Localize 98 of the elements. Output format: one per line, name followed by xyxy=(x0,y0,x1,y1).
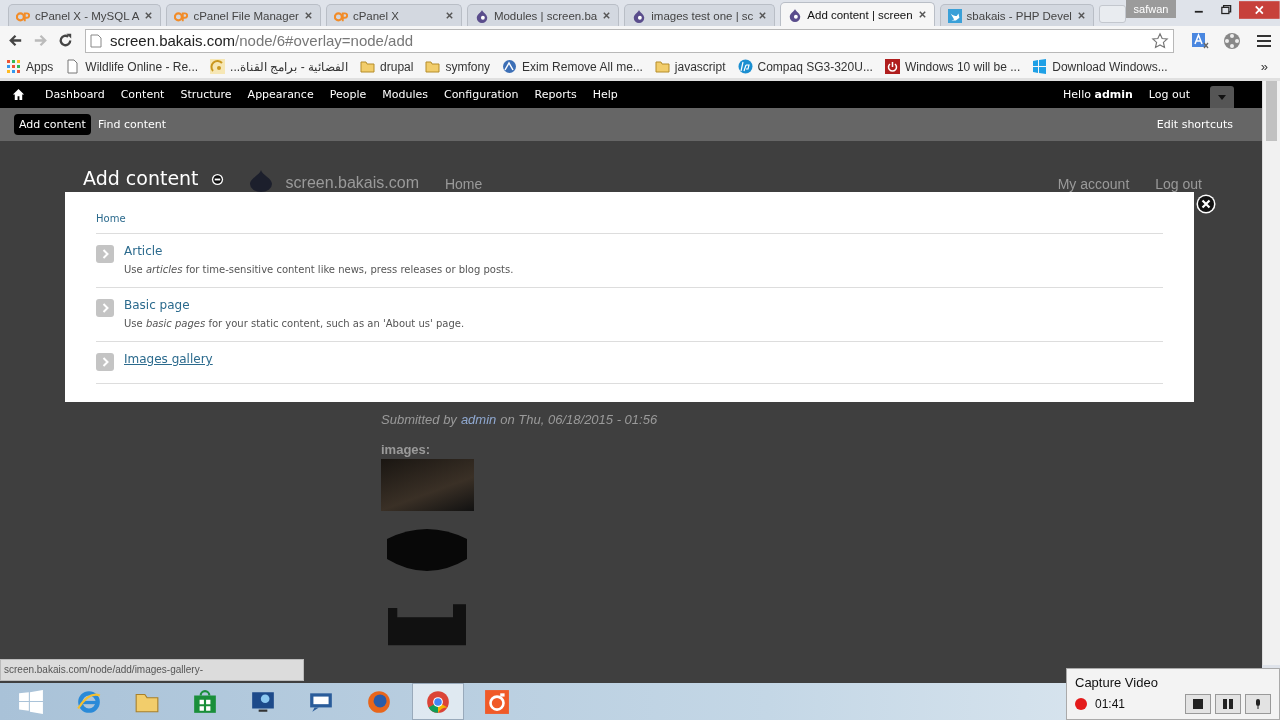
tab-title: cPanel File Manager xyxy=(193,9,299,22)
overlay-title: Add content xyxy=(83,167,199,189)
toolbar-menu-item[interactable]: Appearance xyxy=(239,88,322,101)
taskbar-app-button[interactable] xyxy=(412,683,464,720)
browser-tab[interactable]: images test one | sc xyxy=(624,4,776,26)
status-url: screen.bakais.com/node/add/images-gallery- xyxy=(0,659,304,681)
tab-title: Modules | screen.ba xyxy=(493,9,598,22)
shortcuts-toggle-button[interactable] xyxy=(1210,86,1234,108)
pause-icon xyxy=(1223,699,1233,709)
field-label: images: xyxy=(381,442,431,457)
user-link[interactable]: My account xyxy=(1057,176,1130,192)
bookmark[interactable]: Windows 10 will be ... xyxy=(884,59,1021,74)
greeting-text: Hello admin xyxy=(1062,88,1134,101)
toolbar-menu-item[interactable]: Structure xyxy=(172,88,240,101)
toolbar-menu-item[interactable]: Reports xyxy=(526,88,585,101)
panel-title: Capture Video xyxy=(1075,675,1159,690)
drop-icon xyxy=(788,7,803,22)
site-logo-icon xyxy=(247,170,274,192)
content-type-link[interactable]: Article xyxy=(124,244,163,258)
toolbar-menu-item[interactable]: Configuration xyxy=(435,88,527,101)
bookmark[interactable]: Apps xyxy=(6,59,54,74)
bookmark[interactable]: Wildlife Online - Re... xyxy=(65,59,199,74)
satellite-dish-icon xyxy=(210,59,226,74)
browser-tab[interactable]: sbakais - PHP Devel xyxy=(939,4,1094,26)
user-link[interactable]: Log out xyxy=(1155,176,1202,192)
microphone-button[interactable] xyxy=(1245,694,1271,714)
bookmark[interactable]: symfony xyxy=(425,59,491,74)
content-type-link[interactable]: Images gallery xyxy=(124,352,213,366)
toolbar-menu-item[interactable]: Modules xyxy=(374,88,436,101)
site-nav-link[interactable]: Home xyxy=(444,176,483,192)
bookmark[interactable]: الفضائية - برامج القناة... xyxy=(210,59,349,74)
star-icon[interactable] xyxy=(1151,31,1169,50)
translate-icon[interactable] xyxy=(1190,30,1210,51)
browser-tab[interactable]: Modules | screen.ba xyxy=(466,4,620,26)
bookmark[interactable]: Exim Remove All me... xyxy=(502,59,643,74)
bookmark[interactable]: javascript xyxy=(654,59,726,74)
windows-logo-icon xyxy=(1032,59,1048,74)
browser-tab[interactable]: cPanel File Manager xyxy=(166,4,321,26)
bird-icon xyxy=(947,8,962,23)
close-icon[interactable] xyxy=(1196,194,1216,214)
tab-title: Add content | screen xyxy=(807,8,913,21)
recording-time: 01:41 xyxy=(1095,697,1126,711)
stop-icon xyxy=(1193,699,1203,709)
logout-link[interactable]: Log out xyxy=(1140,88,1198,101)
browser-tab[interactable]: Add content | screen xyxy=(780,2,935,26)
camera-icon xyxy=(484,688,510,715)
chevron-icon xyxy=(96,299,114,317)
toolbar-menu-item[interactable]: Content xyxy=(112,88,173,101)
letter-e-icon xyxy=(76,688,102,715)
shopping-bag-icon xyxy=(192,688,218,715)
post-date: on Thu, 06/18/2015 - 01:56 xyxy=(500,412,658,427)
folder-icon xyxy=(654,59,670,74)
bookmark[interactable]: Download Windows... xyxy=(1032,59,1168,74)
microphone-icon xyxy=(1253,699,1263,709)
stop-button[interactable] xyxy=(1185,694,1211,714)
bookmark[interactable]: Compaq SG3-320U... xyxy=(737,59,873,74)
tab-title: sbakais - PHP Devel xyxy=(966,9,1072,22)
apps-grid-icon xyxy=(6,59,21,74)
browser-tab[interactable]: cPanel X xyxy=(325,4,462,26)
bookmark[interactable]: drupal xyxy=(360,59,414,74)
address-field[interactable]: screen.bakais.com/node/6#overlay=node/add xyxy=(85,28,1174,53)
page-icon xyxy=(65,59,81,74)
shortcut-link[interactable]: Add content xyxy=(14,114,91,135)
folder-icon xyxy=(360,59,376,74)
close-icon[interactable] xyxy=(917,10,927,19)
windows-logo-icon xyxy=(18,688,44,715)
breadcrumb-link[interactable]: Home xyxy=(96,213,1163,234)
tab-title: images test one | sc xyxy=(651,9,754,22)
submitted-label: Submitted by xyxy=(381,412,457,427)
content-type-link[interactable]: Basic page xyxy=(124,298,190,312)
tab-title: cPanel X - MySQL A xyxy=(35,9,140,22)
site-name: screen.bakais.com xyxy=(285,174,419,192)
shortcut-link[interactable]: Find content xyxy=(92,114,172,135)
chevron-icon xyxy=(96,353,114,371)
drop-icon xyxy=(632,8,647,23)
film-reel-icon[interactable] xyxy=(1222,30,1242,51)
content-type-description: Use articles for time-sensitive content like news, press releases or blog posts. xyxy=(124,264,514,275)
collapse-icon[interactable] xyxy=(210,173,224,186)
browser-tab[interactable]: cPanel X - MySQL A xyxy=(8,4,162,26)
chevron-icon xyxy=(96,245,114,263)
more-bookmarks-button[interactable]: » xyxy=(1260,59,1274,74)
folder-icon xyxy=(425,59,441,74)
pause-button[interactable] xyxy=(1215,694,1241,714)
content-type-description: Use basic pages for your static content, such as an 'About us' page. xyxy=(124,318,465,329)
edit-shortcuts-link[interactable]: Edit shortcuts xyxy=(1151,114,1238,135)
toolbar-menu-item[interactable]: Help xyxy=(584,88,626,101)
page-icon xyxy=(90,33,102,48)
circle-logo-icon xyxy=(737,59,753,74)
tab-title: cPanel X xyxy=(352,9,400,22)
home-icon[interactable] xyxy=(12,88,25,101)
scrollbar[interactable] xyxy=(1262,81,1280,665)
round-logo-icon xyxy=(425,688,451,715)
toolbar-menu-item[interactable]: People xyxy=(321,88,375,101)
power-icon xyxy=(884,59,900,74)
caret-icon xyxy=(1218,94,1226,100)
author-link[interactable]: admin xyxy=(460,412,497,427)
drop-icon xyxy=(474,8,489,23)
toolbar-menu-item[interactable]: Dashboard xyxy=(37,88,113,101)
